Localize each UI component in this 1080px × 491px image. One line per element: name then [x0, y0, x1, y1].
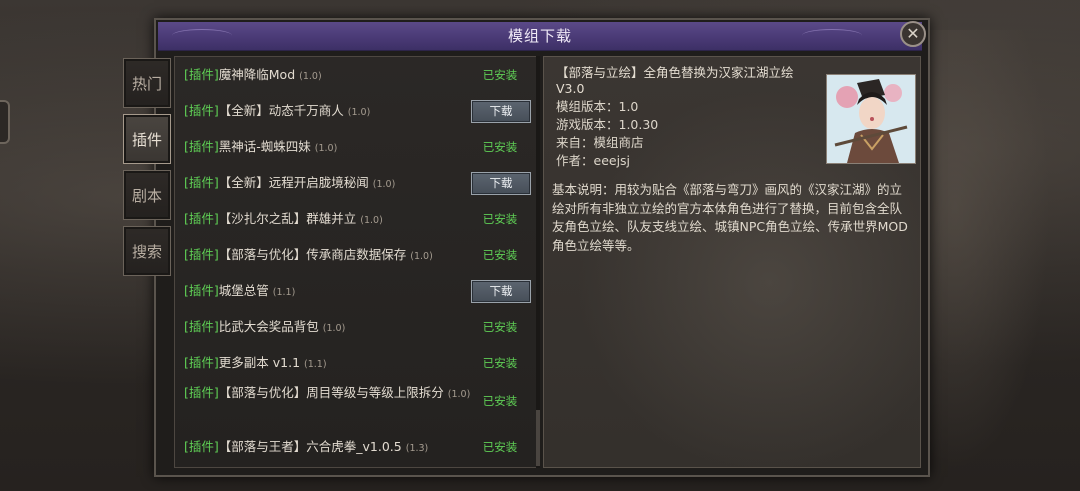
- list-scrollbar[interactable]: [536, 56, 540, 468]
- mod-name: [插件]城堡总管 (1.1): [184, 273, 474, 309]
- mod-name: [插件]【部落与优化】周目等级与等级上限拆分 (1.0): [184, 384, 474, 420]
- installed-status: 已安装: [482, 320, 518, 334]
- dialog-title: 模组下载: [507, 27, 572, 45]
- list-item[interactable]: [插件]城堡总管 (1.1) 下载: [175, 273, 539, 309]
- download-button[interactable]: 下载: [471, 100, 531, 123]
- mod-name: [插件]【全新】远程开启胧境秘闻 (1.0): [184, 165, 474, 201]
- list-item[interactable]: [插件]【全新】动态千万商人 (1.0) 下载: [175, 93, 539, 129]
- mod-name: [插件]【沙扎尔之乱】群雄并立 (1.0): [184, 201, 474, 237]
- mod-version: (1.0): [299, 71, 322, 82]
- mod-version: (1.1): [304, 359, 327, 370]
- list-item[interactable]: [插件]黑神话-蜘蛛四妹 (1.0) 已安装: [175, 129, 539, 165]
- mod-version: (1.0): [314, 143, 338, 154]
- list-item[interactable]: [插件]【部落与优化】传承商店数据保存 (1.0) 已安装: [175, 237, 539, 273]
- mod-name: [插件]黑神话-蜘蛛四妹 (1.0): [184, 129, 474, 165]
- list-item[interactable]: [插件]比武大会奖品背包 (1.0) 已安装: [175, 309, 539, 345]
- list-item[interactable]: [插件]【全新】远程开启胧境秘闻 (1.0) 下载: [175, 165, 539, 201]
- author-info: 作者：eeejsj: [556, 153, 631, 168]
- mod-title: 比武大会奖品背包: [218, 319, 319, 334]
- mod-version: (1.0): [410, 251, 433, 262]
- mod-name: [插件]【全新】动态千万商人 (1.0): [184, 93, 474, 129]
- mod-tag: [插件]: [184, 439, 219, 454]
- mod-version: (1.3): [405, 443, 429, 454]
- tab-plugins[interactable]: 插件: [123, 114, 171, 164]
- list-item[interactable]: [插件]【部落与优化】周目等级与等级上限拆分 (1.0) 已安装: [175, 383, 539, 419]
- mod-name: [插件]【部落与王者】六合虎拳_v1.0.5 (1.3): [184, 429, 474, 465]
- installed-status: 已安装: [482, 248, 518, 262]
- mod-tag: [插件]: [184, 319, 219, 334]
- list-item[interactable]: [插件]魔神降临Mod (1.0) 已安装: [175, 57, 539, 93]
- mod-title: 城堡总管: [218, 283, 269, 298]
- mod-description: 基本说明：用较为贴合《部落与弯刀》画风的《汉家江湖》的立绘对所有非独立立绘的官方…: [552, 182, 908, 253]
- close-icon[interactable]: ✕: [900, 21, 926, 47]
- mod-tag: [插件]: [184, 67, 219, 82]
- list-scrollbar-thumb[interactable]: [536, 410, 540, 466]
- mod-title: 【沙扎尔之乱】群雄并立: [218, 211, 357, 226]
- mod-version-info: 模组版本：1.0: [556, 99, 639, 114]
- installed-status: 已安装: [482, 140, 518, 154]
- download-button[interactable]: 下载: [471, 172, 531, 195]
- mod-name: [插件]更多副本 v1.1 (1.1): [184, 345, 474, 381]
- installed-status: 已安装: [482, 394, 518, 408]
- mod-name: [插件]魔神降临Mod (1.0): [184, 57, 474, 93]
- mod-version: (1.0): [447, 389, 471, 400]
- mod-name: [插件]【部落与优化】传承商店数据保存 (1.0): [184, 237, 474, 273]
- installed-status: 已安装: [482, 68, 518, 82]
- mod-title: 【全新】远程开启胧境秘闻: [218, 175, 369, 190]
- mod-title: 【部落与优化】周目等级与等级上限拆分: [218, 385, 444, 400]
- mod-version: (1.1): [272, 287, 296, 298]
- dialog-titlebar: 模组下载: [158, 22, 922, 51]
- mod-version: (1.0): [360, 215, 383, 226]
- mod-title: 更多副本 v1.1: [218, 355, 301, 370]
- mod-detail-title: 【部落与立绘】全角色替换为汉家江湖立绘 V3.0: [556, 65, 794, 96]
- list-item[interactable]: [插件]【沙扎尔之乱】群雄并立 (1.0) 已安装: [175, 201, 539, 237]
- mod-portrait-image: [826, 74, 916, 164]
- mod-version: (1.0): [372, 179, 396, 190]
- mod-title: 黑神话-蜘蛛四妹: [218, 139, 311, 154]
- source-info: 来自：模组商店: [556, 135, 644, 150]
- mod-title: 【全新】动态千万商人: [218, 103, 344, 118]
- download-button[interactable]: 下载: [471, 280, 531, 303]
- mod-tag: [插件]: [184, 355, 219, 370]
- back-handle[interactable]: [0, 100, 10, 144]
- mod-version: (1.0): [322, 323, 346, 334]
- mod-tag: [插件]: [184, 385, 219, 400]
- mod-tag: [插件]: [184, 175, 219, 190]
- mod-title: 魔神降临Mod: [218, 67, 296, 82]
- tab-scripts[interactable]: 剧本: [123, 170, 171, 220]
- portrait-illustration: [827, 75, 915, 163]
- installed-status: 已安装: [482, 356, 518, 370]
- mod-tag: [插件]: [184, 103, 219, 118]
- game-version-info: 游戏版本：1.0.30: [556, 117, 659, 132]
- list-item[interactable]: [插件]【部落与王者】六合虎拳_v1.0.5 (1.3) 已安装: [175, 429, 539, 465]
- mod-version: (1.0): [347, 107, 371, 118]
- mod-title: 【部落与王者】六合虎拳_v1.0.5: [218, 439, 402, 454]
- tab-search[interactable]: 搜索: [123, 226, 171, 276]
- mod-tag: [插件]: [184, 283, 219, 298]
- mod-tag: [插件]: [184, 211, 219, 226]
- mod-list: [插件]魔神降临Mod (1.0) 已安装 [插件]【全新】动态千万商人 (1.0)…: [174, 56, 540, 468]
- installed-status: 已安装: [482, 440, 518, 454]
- mod-tag: [插件]: [184, 139, 219, 154]
- tab-hot[interactable]: 热门: [123, 58, 171, 108]
- installed-status: 已安装: [482, 212, 518, 226]
- mod-name: [插件]比武大会奖品背包 (1.0): [184, 309, 474, 345]
- list-item[interactable]: [插件]更多副本 v1.1 (1.1) 已安装: [175, 345, 539, 381]
- mod-title: 【部落与优化】传承商店数据保存: [218, 247, 407, 262]
- mod-tag: [插件]: [184, 247, 219, 262]
